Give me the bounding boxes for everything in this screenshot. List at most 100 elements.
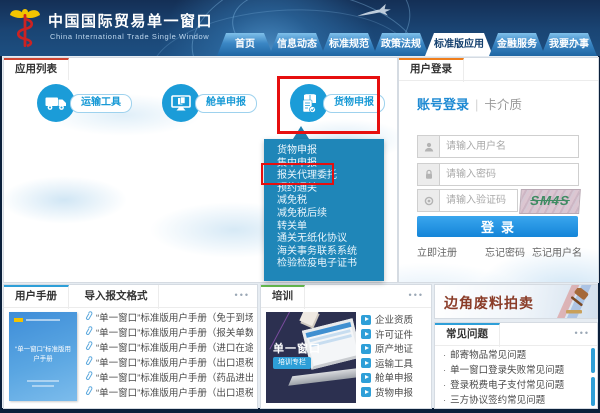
training-link-text: 运输工具	[375, 359, 413, 370]
faq-link[interactable]: 邮寄物品常见问题	[443, 348, 587, 363]
user-manual-panel: 用户手册 导入报文格式 ••• “单一窗口”标准版用户手册 “单一窗口”标准版用…	[3, 284, 258, 409]
book-cover-title: “单一窗口”标准版用户手册	[14, 345, 71, 363]
tab-separator: |	[475, 97, 478, 112]
manual-link[interactable]: “单一窗口”标准版用户手册（进口在途农产品...	[84, 341, 253, 356]
manual-link-text: “单一窗口”标准版用户手册（出口退税 生产...	[96, 358, 253, 369]
more-button[interactable]: •••	[409, 285, 424, 305]
training-link[interactable]: 许可证件	[361, 329, 429, 344]
cargo-declaration-dropdown: 货物申报 集中申报 报关代理委托 预约通关 减免税 减免税后续 转关单 通关无纸…	[264, 139, 384, 281]
faq-panel: 常见问题 ••• 邮寄物品常见问题 单一窗口登录失败常见问题 登录税费电子支付常…	[434, 322, 598, 409]
username-input[interactable]	[440, 136, 578, 157]
paperclip-icon	[84, 386, 93, 397]
nav-tab-news[interactable]: 信息动态	[269, 33, 325, 56]
training-link-text: 货物申报	[375, 388, 413, 399]
scrap-auction-banner[interactable]: 边角废料拍卖	[434, 284, 598, 319]
manual-tabstrip: 用户手册 导入报文格式 •••	[4, 285, 257, 308]
tab-app-list[interactable]: 应用列表	[4, 58, 69, 82]
menu-item-paperless-agreement[interactable]: 通关无纸化协议	[264, 233, 384, 246]
faq-link[interactable]: 登录税费电子支付常见问题	[443, 378, 587, 393]
menu-item-inspection-certificate[interactable]: 检验检疫电子证书	[264, 258, 384, 271]
captcha-image[interactable]: SM4S	[519, 189, 581, 214]
scrollbar[interactable]	[591, 377, 595, 406]
site-subtitle: China International Trade Single Window	[50, 32, 209, 41]
manual-link[interactable]: “单一窗口”标准版用户手册（报关单数据订阅...	[84, 326, 253, 341]
manual-link[interactable]: “单一窗口”标准版用户手册（药品进出口准许...	[84, 371, 253, 386]
manual-link[interactable]: “单一窗口”标准版用户手册（出口退税 外贸...	[84, 386, 253, 401]
book-cover-line	[26, 319, 60, 321]
site-title: 中国国际贸易单一窗口	[48, 10, 213, 31]
menu-item-transit-form[interactable]: 转关单	[264, 221, 384, 234]
forgot-links: 忘记密码忘记用户名	[478, 244, 582, 259]
forgot-password-link[interactable]: 忘记密码	[485, 248, 525, 259]
play-icon	[361, 315, 371, 325]
faq-link[interactable]: 单一窗口登录失败常见问题	[443, 363, 587, 378]
register-link[interactable]: 立即注册	[417, 244, 457, 259]
menu-item-tax-reduction-followup[interactable]: 减免税后续	[264, 208, 384, 221]
user-icon	[418, 136, 440, 157]
tab-faq[interactable]: 常见问题	[435, 323, 500, 347]
manual-link[interactable]: “单一窗口”标准版用户手册（出口退税 生产...	[84, 356, 253, 371]
forgot-username-link[interactable]: 忘记用户名	[532, 248, 582, 259]
tab-account-login[interactable]: 账号登录	[417, 97, 469, 112]
training-link-text: 企业资质	[375, 315, 413, 326]
tab-user-manual[interactable]: 用户手册	[4, 285, 69, 309]
training-link[interactable]: 企业资质	[361, 314, 429, 329]
training-link[interactable]: 运输工具	[361, 358, 429, 373]
laptop-base-graphic	[288, 367, 356, 386]
login-button[interactable]: 登录	[417, 216, 578, 237]
tab-training[interactable]: 培训	[261, 285, 305, 309]
more-button[interactable]: •••	[235, 285, 250, 305]
more-button[interactable]: •••	[575, 323, 590, 343]
captcha-input[interactable]	[440, 190, 517, 211]
tab-card-login[interactable]: 卡介质	[484, 98, 522, 112]
customs-logo-icon	[9, 6, 41, 50]
menu-item-cargo-declaration[interactable]: 货物申报	[264, 145, 384, 158]
training-link[interactable]: 原产地证	[361, 343, 429, 358]
manual-link-text: “单一窗口”标准版用户手册（报关单数据订阅...	[96, 328, 253, 339]
nav-tab-services[interactable]: 我要办事	[541, 33, 597, 56]
manual-book-cover: “单一窗口”标准版用户手册	[9, 312, 77, 401]
paperclip-icon	[84, 326, 93, 337]
password-row	[417, 163, 579, 186]
manual-link-text: “单一窗口”标准版用户手册（出口退税 外贸...	[96, 388, 253, 399]
tab-import-message-format[interactable]: 导入报文格式	[73, 285, 159, 309]
book-cover-logo	[14, 318, 23, 322]
play-icon	[361, 344, 371, 354]
nav-tab-standard-app[interactable]: 标准版应用	[425, 33, 493, 56]
play-icon	[361, 329, 371, 339]
training-image-title: 单一窗口	[273, 340, 321, 356]
login-tabstrip: 用户登录	[399, 58, 598, 81]
app-item-manifest[interactable]: 舱单申报	[195, 94, 257, 113]
menu-item-customs-affairs-contact[interactable]: 海关事务联系系统	[264, 246, 384, 259]
training-link[interactable]: 货物申报	[361, 387, 429, 402]
manual-link[interactable]: “单一窗口”标准版用户手册（免于到场协助查...	[84, 311, 253, 326]
training-image-decoration	[299, 312, 318, 326]
faq-link[interactable]: 三方协议签约常见问题	[443, 393, 587, 408]
auction-banner-title: 边角废料拍卖	[444, 293, 534, 313]
password-input[interactable]	[440, 164, 578, 185]
nav-tab-finance[interactable]: 金融服务	[489, 33, 545, 56]
truck-icon	[45, 95, 67, 111]
training-promo-image[interactable]: 单一窗口 培训专栏	[266, 312, 356, 403]
training-tabstrip: 培训 •••	[261, 285, 431, 308]
nav-tab-policies[interactable]: 政策法规	[373, 33, 429, 56]
app-item-transport[interactable]: 运输工具	[70, 94, 132, 113]
training-link-text: 许可证件	[375, 330, 413, 341]
training-image-badge: 培训专栏	[273, 357, 311, 369]
paperclip-icon	[84, 311, 93, 322]
username-row	[417, 135, 579, 158]
captcha-row	[417, 189, 518, 212]
menu-item-tax-reduction[interactable]: 减免税	[264, 195, 384, 208]
nav-tab-home[interactable]: 首页	[217, 33, 273, 56]
nav-tab-standards[interactable]: 标准规范	[321, 33, 377, 56]
training-list: 企业资质 许可证件 原产地证 运输工具 舱单申报 货物申报	[361, 314, 429, 402]
manual-list: “单一窗口”标准版用户手册（免于到场协助查... “单一窗口”标准版用户手册（报…	[84, 311, 253, 401]
training-link[interactable]: 舱单申报	[361, 372, 429, 387]
captcha-shield-icon	[418, 190, 440, 211]
manual-link-text: “单一窗口”标准版用户手册（免于到场协助查...	[96, 313, 253, 324]
main-nav: 首页 信息动态 标准规范 政策法规 标准版应用 金融服务 我要办事	[221, 33, 597, 56]
play-icon	[361, 358, 371, 368]
scrollbar[interactable]	[591, 348, 595, 373]
tab-user-login[interactable]: 用户登录	[399, 58, 464, 82]
faq-list: 邮寄物品常见问题 单一窗口登录失败常见问题 登录税费电子支付常见问题 三方协议签…	[443, 348, 587, 408]
